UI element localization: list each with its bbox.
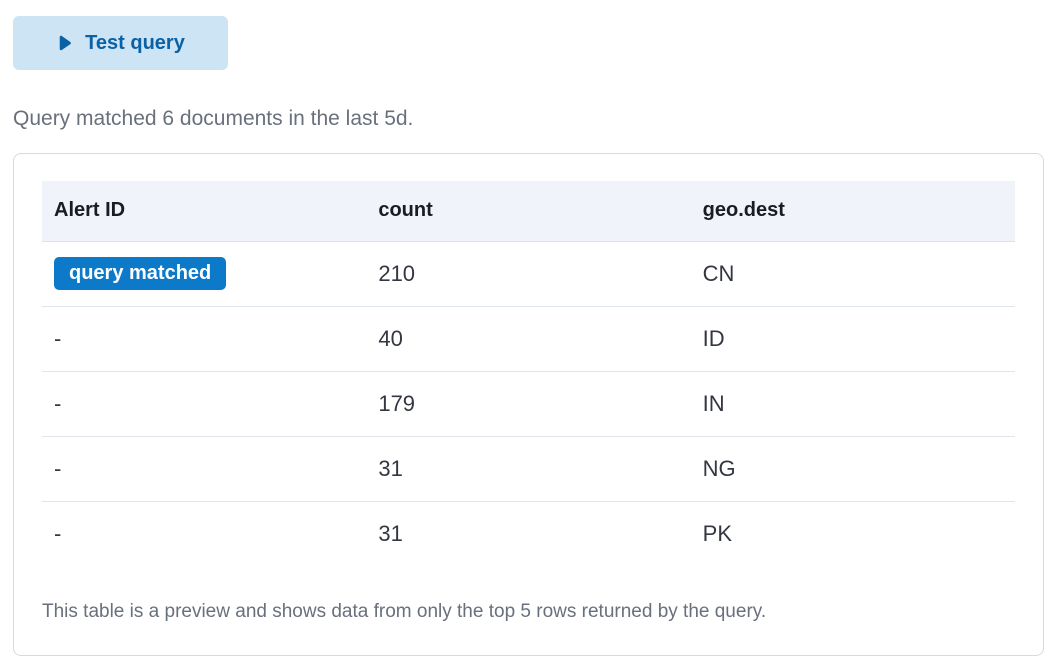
test-query-button-label: Test query — [85, 32, 185, 55]
query-match-summary: Query matched 6 documents in the last 5d… — [13, 106, 1044, 132]
table-row: - 31 NG — [42, 436, 1015, 501]
preview-footnote: This table is a preview and shows data f… — [42, 599, 1015, 624]
table-row: - 31 PK — [42, 501, 1015, 566]
table-row: - 179 IN — [42, 371, 1015, 436]
count-cell: 31 — [366, 501, 690, 566]
geo-dest-cell: CN — [691, 241, 1015, 306]
table-row: - 40 ID — [42, 306, 1015, 371]
table-row: query matched 210 CN — [42, 241, 1015, 306]
column-header-alert-id: Alert ID — [42, 181, 366, 241]
table-header-row: Alert ID count geo.dest — [42, 181, 1015, 241]
geo-dest-cell: ID — [691, 306, 1015, 371]
geo-dest-cell: NG — [691, 436, 1015, 501]
column-header-geo-dest: geo.dest — [691, 181, 1015, 241]
alert-id-cell: - — [42, 306, 366, 371]
alert-id-cell: - — [42, 371, 366, 436]
count-cell: 31 — [366, 436, 690, 501]
geo-dest-cell: IN — [691, 371, 1015, 436]
preview-table: Alert ID count geo.dest query matched 21… — [42, 181, 1015, 566]
count-cell: 179 — [366, 371, 690, 436]
column-header-count: count — [366, 181, 690, 241]
count-cell: 210 — [366, 241, 690, 306]
play-icon — [56, 34, 73, 52]
alert-id-cell: - — [42, 436, 366, 501]
test-query-button[interactable]: Test query — [13, 16, 228, 70]
alert-id-cell: query matched — [42, 241, 366, 306]
page: Test query Query matched 6 documents in … — [0, 0, 1058, 666]
query-matched-badge: query matched — [54, 257, 226, 290]
query-preview-panel: Alert ID count geo.dest query matched 21… — [13, 153, 1044, 656]
geo-dest-cell: PK — [691, 501, 1015, 566]
alert-id-cell: - — [42, 501, 366, 566]
count-cell: 40 — [366, 306, 690, 371]
